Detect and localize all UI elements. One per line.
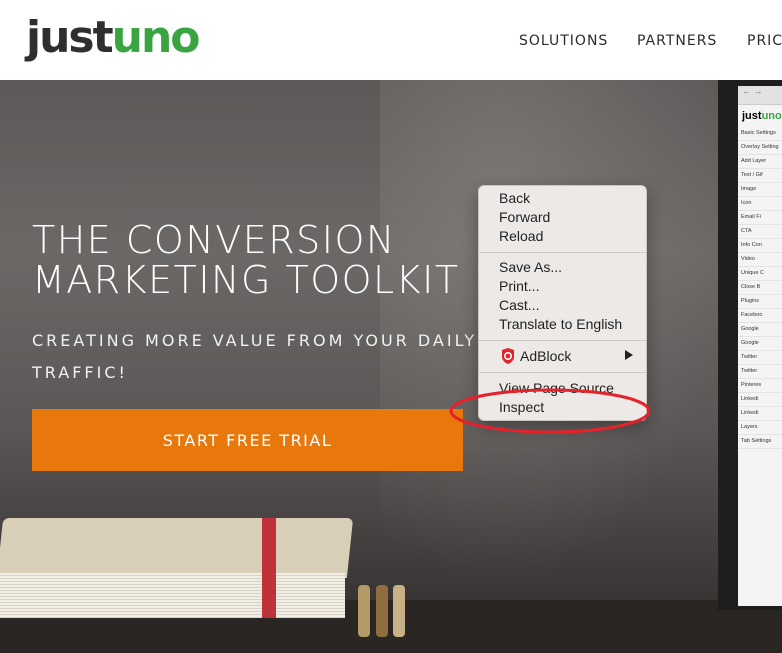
laptop-setting-row: Layers xyxy=(738,421,782,435)
menu-item-back[interactable]: Back xyxy=(499,189,530,208)
menu-item-cast[interactable]: Cast... xyxy=(499,296,539,315)
pencil xyxy=(393,585,405,637)
menu-item-forward[interactable]: Forward xyxy=(499,208,550,227)
hero-title-line1: THE CONVERSION xyxy=(32,218,396,262)
laptop-screen: ← → justuno Basic Settings Overlay Settin… xyxy=(738,86,782,606)
laptop-setting-row: Plugins xyxy=(738,295,782,309)
laptop-setting-row: Add Layer xyxy=(738,155,782,169)
pencil xyxy=(358,585,370,637)
menu-item-save-as[interactable]: Save As... xyxy=(499,258,562,277)
laptop-settings-list: Basic Settings Overlay Setting Add Layer Te… xyxy=(738,127,782,449)
laptop-setting-row: Video xyxy=(738,253,782,267)
laptop-image: ← → justuno Basic Settings Overlay Settin… xyxy=(718,80,782,610)
menu-separator xyxy=(479,372,646,373)
hero-section: ← → justuno Basic Settings Overlay Settin… xyxy=(0,80,782,653)
laptop-setting-row: Text / Gif xyxy=(738,169,782,183)
menu-item-reload[interactable]: Reload xyxy=(499,227,543,246)
nav-partners[interactable]: PARTNERS xyxy=(637,33,717,49)
laptop-setting-row: Linkedi xyxy=(738,393,782,407)
menu-item-adblock[interactable]: AdBlock xyxy=(520,347,571,366)
laptop-setting-row: Image xyxy=(738,183,782,197)
nav-pricing[interactable]: PRIC xyxy=(747,33,782,49)
laptop-setting-row: Icon xyxy=(738,197,782,211)
laptop-setting-row: Tab Settings xyxy=(738,435,782,449)
laptop-setting-row: Overlay Setting xyxy=(738,141,782,155)
laptop-setting-row: Google xyxy=(738,337,782,351)
pencil xyxy=(376,585,388,637)
laptop-setting-row: Unique C xyxy=(738,267,782,281)
laptop-setting-row: Linkedi xyxy=(738,407,782,421)
menu-separator xyxy=(479,252,646,253)
adblock-icon xyxy=(502,348,514,364)
notebook-cover xyxy=(0,518,354,578)
site-header: justuno SOLUTIONS PARTNERS PRIC xyxy=(0,0,782,80)
laptop-setting-row: Email Fi xyxy=(738,211,782,225)
laptop-setting-row: Close B xyxy=(738,281,782,295)
main-nav: SOLUTIONS PARTNERS PRIC xyxy=(0,33,782,53)
laptop-setting-row: Basic Settings xyxy=(738,127,782,141)
menu-separator xyxy=(479,340,646,341)
nav-solutions[interactable]: SOLUTIONS xyxy=(519,33,608,49)
laptop-setting-row: Twitter xyxy=(738,351,782,365)
laptop-setting-row: Google xyxy=(738,323,782,337)
laptop-setting-row: Faceboo xyxy=(738,309,782,323)
menu-item-translate[interactable]: Translate to English xyxy=(499,315,622,334)
notebook-pages xyxy=(0,573,345,618)
notebook-image xyxy=(0,518,354,618)
highlight-ellipse xyxy=(449,388,651,434)
laptop-logo: justuno xyxy=(742,110,782,122)
laptop-setting-row: Pinteres xyxy=(738,379,782,393)
submenu-arrow-icon xyxy=(625,350,633,360)
browser-toolbar-icon: ← → xyxy=(738,86,782,105)
laptop-setting-row: Twitter xyxy=(738,365,782,379)
notebook-strap xyxy=(262,518,276,618)
hero-title-line2: MARKETING TOOLKIT xyxy=(32,258,460,302)
laptop-setting-row: CTA xyxy=(738,225,782,239)
menu-item-print[interactable]: Print... xyxy=(499,277,539,296)
start-free-trial-button[interactable]: START FREE TRIAL xyxy=(32,409,463,471)
laptop-setting-row: Info Con xyxy=(738,239,782,253)
hero-subtitle: CREATING MORE VALUE FROM YOUR DAILY TRAF… xyxy=(32,331,478,382)
hero-title: THE CONVERSION MARKETING TOOLKIT xyxy=(32,220,460,300)
